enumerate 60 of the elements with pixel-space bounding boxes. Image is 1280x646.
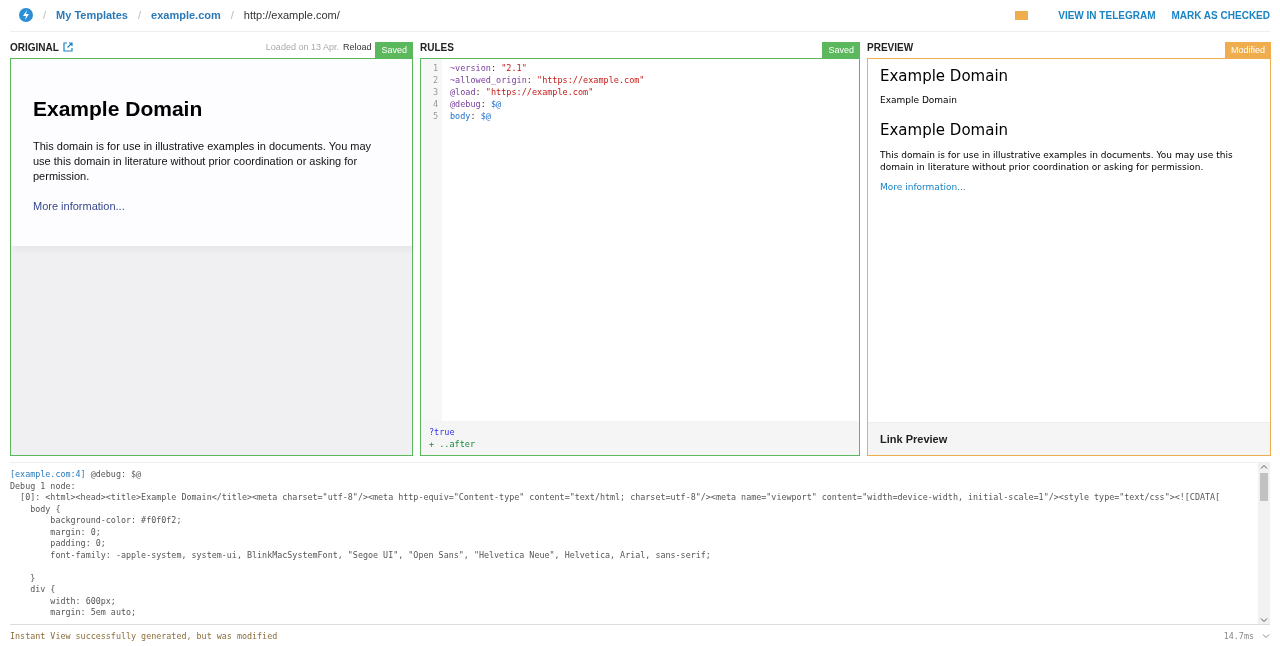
url-label: http://example.com/ — [243, 9, 340, 22]
result-line: + ..after — [429, 438, 477, 451]
page-heading: Example Domain — [33, 96, 204, 121]
log-line: [0]: <html><head><title>Example Domain</title><meta charset="utf-8"/><meta http-equiv="Content-type" content="text/html; charset=utf-8"/><meta name="viewport" content="width=device-width, initial-scale=1"/><style type="text/css"><![CDATA[ — [19, 492, 1222, 504]
logo-icon[interactable] — [19, 8, 33, 23]
status-badge: Saved — [822, 41, 860, 58]
page-link[interactable]: More information... — [33, 199, 125, 212]
loaded-date: Loaded on 13 Apr. — [265, 42, 339, 53]
log-line: } — [29, 572, 37, 585]
line-number: 1 — [431, 61, 438, 74]
line-number: 3 — [431, 85, 438, 98]
breadcrumb-link[interactable]: example.com — [151, 9, 221, 22]
line-number: 4 — [431, 97, 438, 110]
scroll-thumb[interactable] — [1260, 473, 1268, 502]
code-line: @debug: $@ — [450, 97, 503, 110]
log-line: margin: 0; — [49, 526, 102, 539]
chevron-down-icon[interactable] — [1262, 631, 1270, 640]
panel-title: RULES — [420, 41, 454, 53]
log-source-link[interactable]: [example.com:4] — [10, 469, 86, 480]
log-line: background-color: #f0f0f2; — [49, 515, 183, 527]
breadcrumb-separator: / — [230, 9, 234, 22]
code-editor[interactable]: ~version: "2.1" ~allowed_origin: "https://example.com" @load: "https://example.com" @debug: $@ body: $@ — [442, 58, 859, 422]
code-line: @load: "https://example.com" — [450, 85, 595, 98]
header-link[interactable]: MARK AS CHECKED — [1171, 9, 1270, 21]
page-paragraph: This domain is for use in illustrative examples in documents. You may use this domain in literature without prior coordination or asking for permission. — [33, 138, 373, 184]
panel-title: ORIGINAL — [10, 41, 59, 53]
code-line: body: $@ — [450, 109, 492, 122]
status-badge: Modified — [1224, 41, 1271, 58]
preview-heading: Example Domain — [880, 66, 1009, 85]
header-link[interactable]: VIEW IN TELEGRAM — [1058, 9, 1156, 21]
log-line: [example.com:4] @debug: $@ — [10, 469, 143, 481]
timing: 14.7ms — [1223, 630, 1254, 641]
scroll-down-icon[interactable] — [1260, 616, 1268, 625]
link-preview-bar[interactable]: Link Preview — [868, 422, 1270, 456]
breadcrumb-link[interactable]: My Templates — [56, 9, 128, 22]
log-line: width: 600px; — [49, 595, 117, 608]
preview-heading: Example Domain — [880, 120, 1009, 139]
scrollbar[interactable] — [1258, 463, 1270, 625]
code-line: ~version: "2.1" — [450, 61, 528, 74]
status-badge: Saved — [375, 41, 413, 58]
log-line: div { — [29, 584, 57, 596]
line-number: 2 — [431, 73, 438, 86]
result-line: ?true — [429, 426, 456, 439]
external-link-icon[interactable] — [62, 42, 73, 53]
reload-link[interactable]: Reload — [342, 42, 372, 53]
preview-paragraph: This domain is for use in illustrative examples in documents. You may use this domain in literature without prior coordination or asking for permission. — [880, 148, 1234, 173]
breadcrumb-separator: / — [43, 9, 47, 22]
log-line: body { — [29, 503, 62, 516]
log-line: Debug 1 node: — [10, 480, 77, 493]
line-number: 5 — [431, 109, 438, 122]
preview-kicker: Example Domain — [880, 94, 957, 105]
status-message: Instant View successfully generated, but was modified — [10, 630, 278, 641]
breadcrumb-separator: / — [138, 9, 142, 22]
scroll-up-icon[interactable] — [1260, 463, 1268, 472]
log-line: padding: 0; — [49, 538, 107, 550]
log-line: margin: 5em auto; — [49, 607, 138, 619]
panel-title: PREVIEW — [867, 41, 914, 53]
preview-link[interactable]: More information... — [880, 181, 966, 192]
log-line: font-family: -apple-system, system-ui, BlinkMacSystemFont, "Segoe UI", "Open Sans", "Helvetica Neue", Helvetica, Arial, sans-serif; — [49, 549, 712, 562]
code-line: ~allowed_origin: "https://example.com" — [450, 73, 646, 86]
